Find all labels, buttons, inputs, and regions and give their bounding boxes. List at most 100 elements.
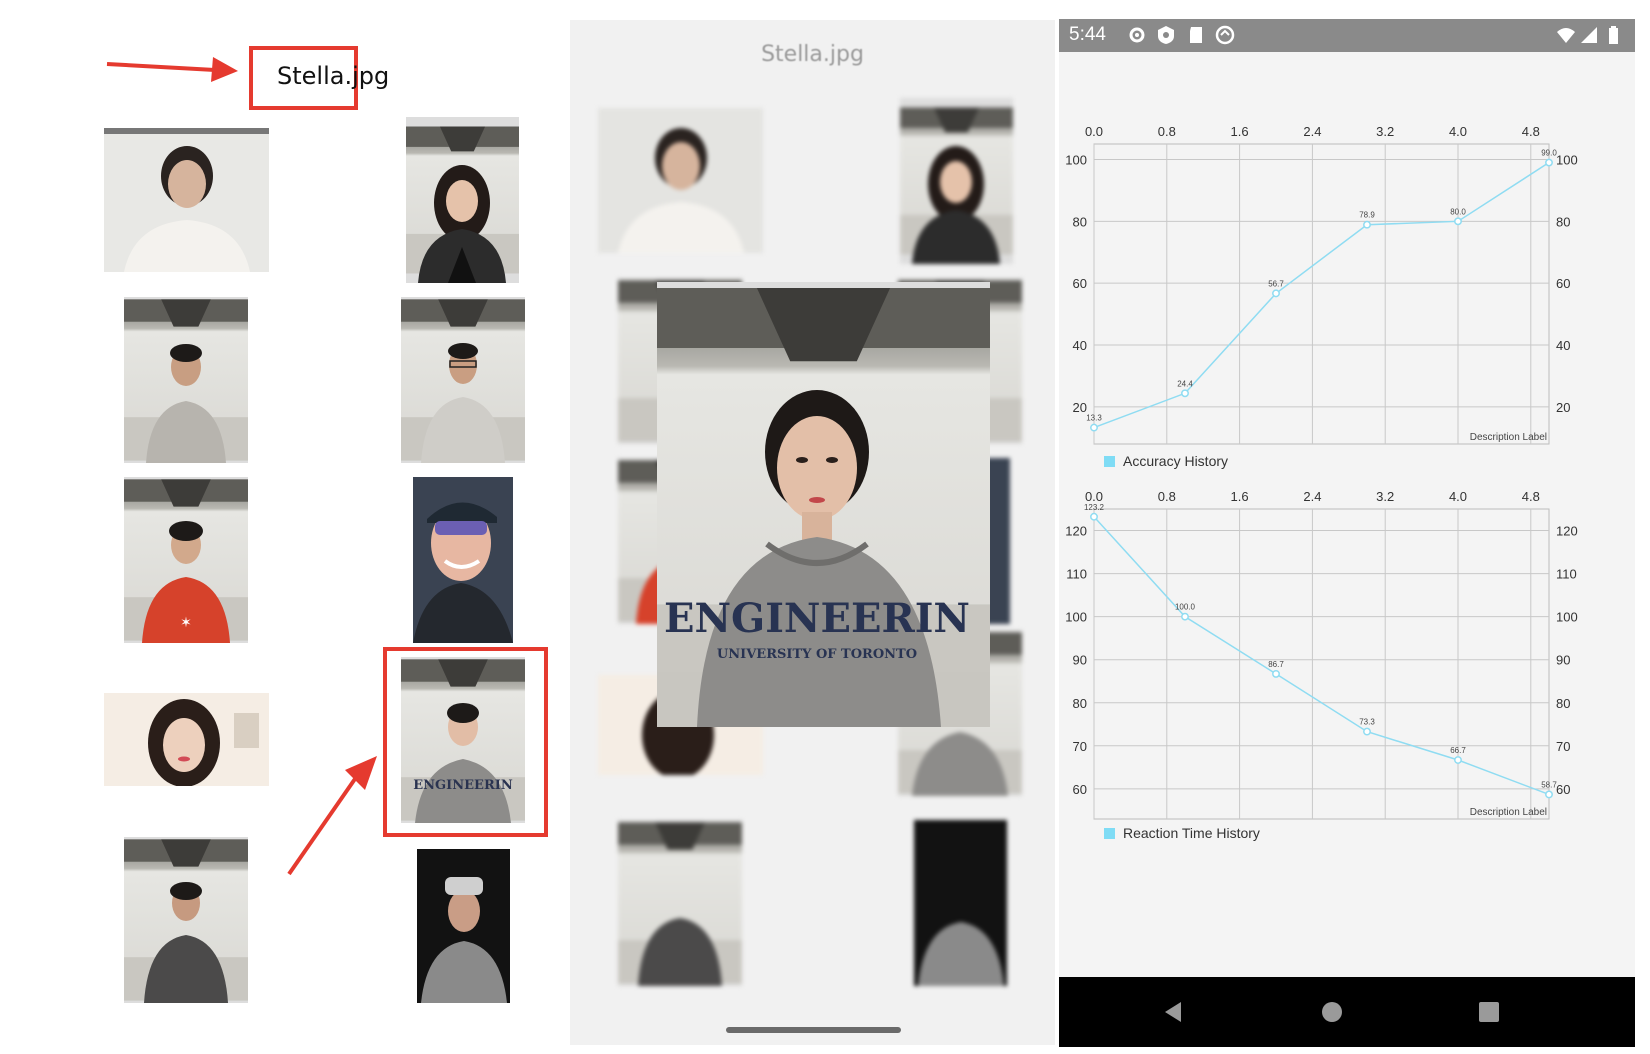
hoodie-text: ENGINEERIN <box>664 595 970 642</box>
x-tick-label: 3.2 <box>1376 489 1394 504</box>
description-label: Description Label <box>1470 432 1547 443</box>
reaction-time-chart: 0.0 0.8 1.6 2.4 3.2 4.0 4.8 60 60 70 70 80 80 90 90 100… <box>1059 479 1635 834</box>
face-photo[interactable] <box>406 117 519 283</box>
face-photo <box>598 108 763 253</box>
home-icon[interactable] <box>1317 997 1347 1027</box>
y-tick-label-left: 70 <box>1073 739 1087 754</box>
accuracy-legend: Accuracy History <box>1104 453 1228 469</box>
y-tick-label-right: 70 <box>1556 739 1570 754</box>
data-label: 24.4 <box>1177 379 1193 388</box>
legend-swatch <box>1104 828 1115 839</box>
enlarged-face-photo[interactable]: ENGINEERIN UNIVERSITY OF TORONTO <box>657 282 990 727</box>
y-tick-label-left: 60 <box>1073 276 1087 291</box>
y-tick-label-left: 80 <box>1073 696 1087 711</box>
description-label: Description Label <box>1470 807 1547 818</box>
face-photo <box>618 820 742 986</box>
data-point <box>1090 512 1098 521</box>
y-tick-label-right: 60 <box>1556 782 1570 797</box>
y-tick-label-right: 60 <box>1556 276 1570 291</box>
gear-icon <box>1129 27 1145 43</box>
data-label: 56.7 <box>1268 279 1284 288</box>
y-tick-label-left: 90 <box>1073 653 1087 668</box>
data-label: 100.0 <box>1175 603 1196 612</box>
data-label: 86.7 <box>1268 660 1284 669</box>
face-photo[interactable]: ✶ <box>124 477 248 643</box>
x-tick-label: 3.2 <box>1376 124 1394 139</box>
legend-label: Reaction Time History <box>1123 825 1260 841</box>
svg-text:✶: ✶ <box>180 614 192 630</box>
face-photo[interactable] <box>413 477 513 643</box>
data-label: 123.2 <box>1084 503 1105 512</box>
photo-gallery-panel: Stella.jpg ✶ ENGINEERIN <box>0 0 565 1054</box>
data-label: 13.3 <box>1086 414 1102 423</box>
face-photo[interactable] <box>104 693 269 786</box>
y-tick-label-left: 80 <box>1073 214 1087 229</box>
recents-icon[interactable] <box>1474 997 1504 1027</box>
annotation-arrow-icon <box>106 57 238 82</box>
sync-icon <box>1215 25 1235 45</box>
accuracy-chart: 0.0 0.8 1.6 2.4 3.2 4.0 4.8 20 20 40 40 60 60 80 80 100… <box>1059 114 1635 459</box>
home-indicator[interactable] <box>726 1027 901 1033</box>
photo-zoom-panel: Stella.jpg ENGINEERIN UNIVERSITY OF TORO… <box>570 20 1055 1045</box>
selected-photo-highlight <box>383 647 548 837</box>
y-tick-label-right: 100 <box>1556 152 1578 167</box>
data-point <box>1272 289 1280 298</box>
y-tick-label-right: 80 <box>1556 214 1570 229</box>
data-point <box>1454 756 1462 764</box>
y-tick-label-left: 100 <box>1065 610 1087 625</box>
data-point <box>1090 423 1098 432</box>
data-point <box>1454 217 1462 226</box>
data-point <box>1181 389 1189 398</box>
y-tick-label-left: 120 <box>1065 524 1087 539</box>
face-photo[interactable] <box>417 849 510 1003</box>
data-point <box>1545 790 1553 799</box>
x-tick-label: 2.4 <box>1303 489 1321 504</box>
y-tick-label-right: 100 <box>1556 610 1578 625</box>
face-photo <box>900 98 1013 264</box>
face-photo[interactable] <box>104 128 269 272</box>
data-label: 80.0 <box>1450 207 1466 216</box>
legend-swatch <box>1104 456 1115 467</box>
legend-label: Accuracy History <box>1123 453 1229 469</box>
y-tick-label-right: 80 <box>1556 696 1570 711</box>
face-photo[interactable] <box>401 297 525 463</box>
x-tick-label: 2.4 <box>1303 124 1321 139</box>
chart-frame <box>1093 143 1550 445</box>
y-tick-label-left: 110 <box>1066 567 1087 582</box>
data-point <box>1363 727 1371 736</box>
data-point <box>1363 220 1371 229</box>
reaction-time-legend: Reaction Time History <box>1104 825 1260 841</box>
phone-screen: 5:44 0.0 0.8 1.6 2.4 3.2 4.0 4.8 20 20 40 40 60 60 80… <box>1059 19 1635 1047</box>
data-label: 78.9 <box>1359 211 1375 220</box>
data-point <box>1181 612 1189 621</box>
data-point <box>1545 158 1553 167</box>
x-tick-label: 1.6 <box>1231 124 1249 139</box>
sd-card-icon <box>1190 27 1202 43</box>
chart-frame <box>1093 508 1550 820</box>
wifi-icon <box>1557 28 1575 43</box>
data-label: 66.7 <box>1450 746 1466 755</box>
y-tick-label-right: 90 <box>1556 653 1570 668</box>
back-icon[interactable] <box>1159 997 1189 1027</box>
face-photo[interactable] <box>124 837 248 1003</box>
x-tick-label: 4.8 <box>1522 489 1540 504</box>
x-tick-label: 1.6 <box>1231 489 1249 504</box>
annotation-arrow-icon <box>287 756 377 876</box>
x-tick-label: 0.0 <box>1085 124 1103 139</box>
y-tick-label-left: 40 <box>1073 338 1087 353</box>
status-time: 5:44 <box>1069 24 1106 45</box>
data-label: 99.0 <box>1541 149 1557 158</box>
x-tick-label: 0.8 <box>1158 124 1176 139</box>
battery-icon <box>1609 26 1618 44</box>
hoodie-subtext: UNIVERSITY OF TORONTO <box>717 647 917 662</box>
series-line <box>1093 516 1550 796</box>
y-tick-label-right: 20 <box>1556 400 1570 415</box>
filename-label: Stella.jpg <box>277 62 390 90</box>
face-photo[interactable] <box>124 297 248 463</box>
data-label: 73.3 <box>1359 718 1375 727</box>
data-point <box>1272 669 1280 678</box>
y-tick-label-left: 60 <box>1073 782 1087 797</box>
x-tick-label: 4.0 <box>1449 489 1467 504</box>
data-label: 58.7 <box>1541 780 1557 789</box>
y-tick-label-right: 120 <box>1556 524 1578 539</box>
